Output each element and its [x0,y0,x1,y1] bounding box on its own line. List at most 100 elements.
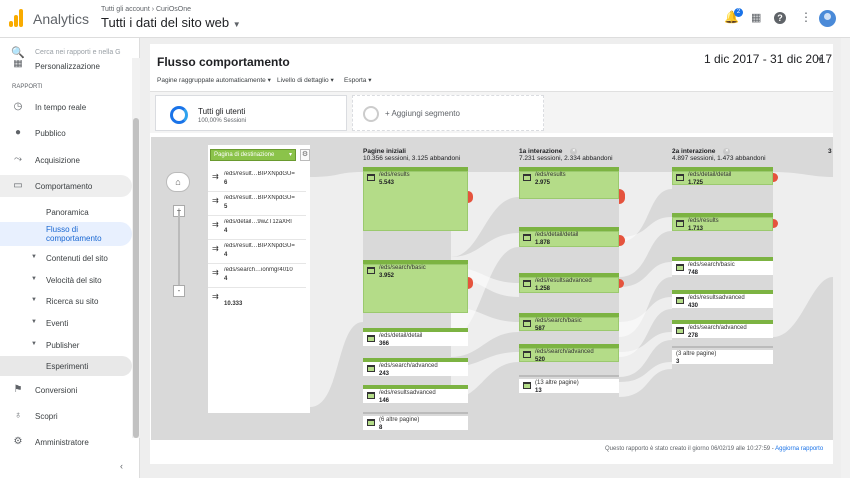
search-input[interactable]: Cerca nei rapporti e nella G [35,49,121,56]
flag-icon: ⚑ [13,384,23,395]
close-icon[interactable]: × [723,148,731,155]
sidebar-item-label: Amministratore [35,438,89,447]
source-value: 4 [224,228,228,234]
page-icon [367,267,375,274]
node-name: /eds/results [688,218,719,224]
lightbulb-icon: ♁ [14,410,22,421]
node-value: 13 [535,388,542,394]
source-node[interactable]: ⇉ /eds/detail…9wZT1zaXRl 4 [208,217,306,240]
date-range-picker[interactable]: 1 dic 2017 - 31 dic 2017 [704,52,832,66]
node-value: 5.543 [379,180,395,186]
sidebar-item-label: Esperimenti [46,362,89,371]
segment-ring-icon [170,106,188,124]
analytics-logo[interactable] [9,9,23,27]
sidebar-item-audience[interactable]: ● Pubblico [0,122,132,144]
sidebar-item-admin[interactable]: ⚙ Amministratore [0,431,132,453]
person-icon: ● [14,127,22,138]
zoom-slider[interactable] [178,211,180,293]
sidebar-item-acquisition[interactable]: ⤳ Acquisizione [0,149,132,171]
source-name: /eds/detail…9wZT1zaXRl [224,219,292,225]
node-box [363,264,468,313]
node-name: /eds/results [379,172,410,178]
node-box [519,171,619,199]
source-node-other[interactable]: ⇉ 10.333 [208,289,306,413]
dimension-dropdown[interactable]: Pagina di destinazione ▾ [210,149,296,161]
column-subtitle: 4.897 sessioni, 1.473 abbandoni [672,155,766,163]
node-name: (6 altre pagine) [379,417,420,423]
sidebar-item-site-speed[interactable]: ▼ Velocità del sito [0,270,132,290]
refresh-report-link[interactable]: Aggiorna rapporto [775,446,823,452]
avatar[interactable] [819,10,836,27]
node-value: 587 [535,326,546,332]
detail-level-dropdown[interactable]: Livello di dettaglio ▾ [277,76,334,84]
node-name: (13 altre pagine) [535,380,579,386]
node-value: 520 [535,357,546,363]
sidebar-item-behavior-flow[interactable]: Flusso di comportamento [0,222,132,246]
scrollbar-thumb[interactable] [133,118,139,438]
caret-down-icon: ▼ [31,276,37,282]
more-vert-icon[interactable]: ⋮ [800,10,812,24]
sidebar-item-behavior[interactable]: ▭ Comportamento [0,175,132,197]
close-icon[interactable]: × [570,148,578,155]
sidebar-item-label: Comportamento [35,182,93,191]
source-node[interactable]: ⇉ /eds/result…BIPXNpdGU= 4 [208,241,306,264]
page-icon [523,174,531,181]
help-icon[interactable]: ? [774,10,786,24]
sidebar-item-overview[interactable]: Panoramica [0,202,132,222]
sidebar-item-events[interactable]: ▼ Eventi [0,313,132,333]
add-segment-label: + Aggiungi segmento [385,109,460,118]
node-value: 748 [688,270,699,276]
column-title: 1a interazione [519,148,563,156]
node-value: 1.725 [688,180,704,186]
source-name: /eds/search…ionmgr4010 [224,267,293,273]
sidebar-item-site-content[interactable]: ▼ Contenuti del sito [0,248,132,268]
apps-grid-icon[interactable]: ▦ [751,11,761,24]
sidebar-item-conversions[interactable]: ⚑ Conversioni [0,379,132,401]
node-name: /eds/detail/detail [688,172,732,178]
page-title: Flusso comportamento [157,55,290,69]
search-icon: 🔍 [11,47,25,59]
breadcrumb[interactable]: Tutti gli account › CuriOsOne [101,6,191,13]
page-icon [367,174,375,181]
sidebar-item-discover[interactable]: ♁ Scopri [0,405,132,427]
sidebar-item-realtime[interactable]: ◷ In tempo reale [0,96,132,118]
sidebar-scrollbar[interactable] [132,58,140,438]
export-dropdown[interactable]: Esporta ▾ [344,76,371,84]
node-value: 243 [379,371,390,377]
home-reset-icon[interactable]: ⌂ [166,172,190,192]
source-node[interactable]: ⇉ /eds/result…BIPXNpdGU= 6 [208,169,306,192]
chevron-down-icon[interactable]: ▼ [816,55,824,64]
node-name: /eds/detail/detail [379,333,423,339]
node-name: /eds/results [535,172,566,178]
grouping-dropdown[interactable]: Pagine raggruppate automaticamente ▾ [157,76,271,84]
add-segment-button[interactable]: + Aggiungi segmento [352,95,544,131]
source-value: 4 [224,252,228,258]
behavior-flow-canvas[interactable]: ⌂ + - Pagina di destinazione ▾ ⚙ ⇉ /eds/… [151,137,833,440]
gear-icon: ⚙ [13,436,23,447]
view-selector[interactable]: Tutti i dati del sito web ▼ [101,15,241,30]
arrow-in-icon: ⇉ [212,268,219,277]
collapse-sidebar-icon[interactable]: ‹ [120,461,123,471]
zoom-out-button[interactable]: - [173,285,185,297]
node-bar [672,346,773,348]
sidebar-item-experiments[interactable]: Esperimenti [0,356,132,376]
source-node[interactable]: ⇉ /eds/search…ionmgr4010 4 [208,265,306,288]
sidebar-item-personalizzazione[interactable]: ▦ Personalizzazione [0,60,132,72]
node-value: 2.975 [535,180,551,186]
source-value: 5 [224,204,228,210]
sidebar-item-label: Contenuti del sito [46,254,108,263]
node-value: 8 [379,425,383,431]
app-name: Analytics [33,11,90,27]
sidebar-item-publisher[interactable]: ▼ Publisher [0,335,132,355]
sidebar-item-label: Acquisizione [35,156,80,165]
sidebar-item-site-search[interactable]: ▼ Ricerca su sito [0,291,132,311]
report-footer: Questo rapporto è stato creato il giorno… [605,446,823,452]
content-scrollbar[interactable] [841,38,850,478]
source-node[interactable]: ⇉ /eds/result…BIPXNpdGU= 5 [208,193,306,216]
caret-down-icon: ▾ [288,152,292,158]
gear-icon[interactable]: ⚙ [300,149,310,161]
acquisition-icon: ⤳ [14,154,22,165]
sidebar-item-label: Conversioni [35,386,78,395]
caret-down-icon: ▼ [31,341,37,347]
segment-all-users[interactable]: Tutti gli utenti 100,00% Sessioni [155,95,347,131]
